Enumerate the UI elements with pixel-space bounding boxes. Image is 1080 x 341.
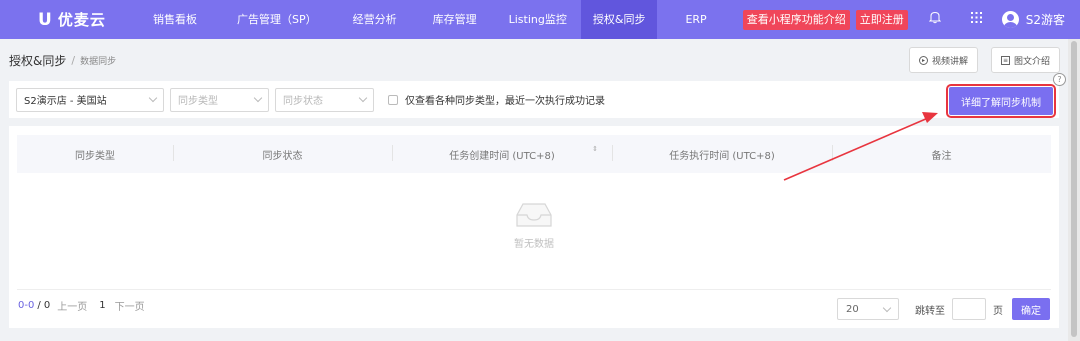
scrollbar[interactable] <box>1068 39 1080 341</box>
page-size-value: 20 <box>846 303 859 315</box>
nav-listing-monitor[interactable]: Listing监控 <box>501 0 575 39</box>
user-name: S2游客 <box>1025 13 1065 27</box>
register-button[interactable]: 立即注册 <box>855 9 908 30</box>
user-menu[interactable]: S2游客 <box>1001 11 1065 28</box>
store-select[interactable]: S2演示店 - 美国站 <box>16 87 164 112</box>
col-remark: 备注 <box>832 144 1051 162</box>
latest-success-checkbox[interactable] <box>388 94 398 105</box>
sync-table-panel: 同步类型 同步状态 任务创建时间 (UTC+8) ⇕ 任务执行时间 (UTC+8… <box>9 126 1059 328</box>
nav-inventory[interactable]: 库存管理 <box>425 0 485 39</box>
page-size-select[interactable]: 20 <box>837 298 899 320</box>
scrollbar-thumb[interactable] <box>1071 41 1077 337</box>
latest-success-checkbox-label[interactable]: 仅查看各种同步类型，最近一次执行成功记录 <box>405 92 605 107</box>
page-total: / 0 <box>37 300 51 311</box>
doc-intro-label: 图文介绍 <box>1013 56 1050 67</box>
bell-icon[interactable] <box>922 11 948 28</box>
pagination-right: 20 跳转至 页 确定 <box>837 298 1050 320</box>
play-icon: ▸ <box>918 55 928 65</box>
app-logo[interactable]: U 优麦云 <box>38 9 130 30</box>
mini-program-button[interactable]: 查看小程序功能介绍 <box>742 9 850 30</box>
empty-inbox-icon <box>515 201 553 229</box>
col-created-time[interactable]: 任务创建时间 (UTC+8) ⇕ <box>392 144 612 162</box>
header-actions: 查看小程序功能介绍 立即注册 S2游客 <box>742 0 1080 39</box>
nav-auth-sync[interactable]: 授权&同步 <box>580 0 658 39</box>
breadcrumb-separator: / <box>71 53 76 67</box>
page-unit-label: 页 <box>993 305 1003 317</box>
col-created-time-label: 任务创建时间 (UTC+8) <box>449 150 555 162</box>
breadcrumb: 授权&同步 / 数据同步 ▸ 视频讲解 ≡ 图文介绍 <box>0 39 1068 81</box>
col-sync-status: 同步状态 <box>173 144 392 162</box>
prev-page-button[interactable]: 上一页 <box>57 298 87 313</box>
video-tutorial-button[interactable]: ▸ 视频讲解 <box>908 47 978 73</box>
confirm-button[interactable]: 确定 <box>1012 298 1050 320</box>
empty-text: 暂无数据 <box>514 239 554 250</box>
document-icon: ≡ <box>1000 55 1010 65</box>
video-tutorial-label: 视频讲解 <box>931 56 968 67</box>
table-header: 同步类型 同步状态 任务创建时间 (UTC+8) ⇕ 任务执行时间 (UTC+8… <box>17 135 1051 173</box>
chevron-down-icon <box>882 303 892 312</box>
page-range: 0-0 <box>18 300 35 311</box>
avatar <box>1001 11 1019 28</box>
page-tools: ▸ 视频讲解 ≡ 图文介绍 <box>896 47 1060 73</box>
sync-type-placeholder: 同步类型 <box>178 96 218 107</box>
breadcrumb-main[interactable]: 授权&同步 <box>9 52 66 69</box>
sync-status-placeholder: 同步状态 <box>283 96 323 107</box>
store-select-value: S2演示店 - 美国站 <box>24 96 107 107</box>
sync-type-select[interactable]: 同步类型 <box>170 87 269 112</box>
next-page-button[interactable]: 下一页 <box>115 298 145 313</box>
nav-sales-dashboard[interactable]: 销售看板 <box>145 0 205 39</box>
table-divider <box>17 289 1051 290</box>
col-executed-time: 任务执行时间 (UTC+8) <box>612 144 832 162</box>
logo-mark: U <box>38 9 52 30</box>
nav-business-analysis[interactable]: 经营分析 <box>345 0 405 39</box>
chevron-down-icon <box>358 93 368 103</box>
top-nav-bar: U 优麦云 销售看板 广告管理（SP） 经营分析 库存管理 Listing监控 … <box>0 0 1080 39</box>
col-sync-type: 同步类型 <box>75 150 115 162</box>
grid-icon[interactable] <box>964 12 990 27</box>
jump-page-input[interactable] <box>952 298 986 320</box>
pagination-left: 0-0 / 0 上一页 1 下一页 <box>18 298 145 313</box>
chevron-down-icon <box>148 93 158 103</box>
jump-label: 跳转至 <box>915 305 945 317</box>
nav-erp[interactable]: ERP <box>677 0 714 39</box>
logo-text: 优麦云 <box>57 11 106 29</box>
chevron-down-icon <box>253 93 263 103</box>
help-icon[interactable]: ? <box>1053 73 1066 86</box>
sync-status-select[interactable]: 同步状态 <box>275 87 374 112</box>
nav-ads-management[interactable]: 广告管理（SP） <box>229 0 325 39</box>
sort-icon[interactable]: ⇕ <box>592 145 598 152</box>
sync-mechanism-button[interactable]: 详细了解同步机制 <box>946 84 1056 118</box>
empty-state: 暂无数据 <box>9 201 1059 250</box>
main-nav: 销售看板 广告管理（SP） 经营分析 库存管理 Listing监控 授权&同步 … <box>145 0 715 39</box>
current-page[interactable]: 1 <box>99 300 105 311</box>
breadcrumb-current: 数据同步 <box>80 56 117 67</box>
filter-bar: S2演示店 - 美国站 同步类型 同步状态 仅查看各种同步类型，最近一次执行成功… <box>9 81 1059 118</box>
doc-intro-button[interactable]: ≡ 图文介绍 <box>990 47 1060 73</box>
